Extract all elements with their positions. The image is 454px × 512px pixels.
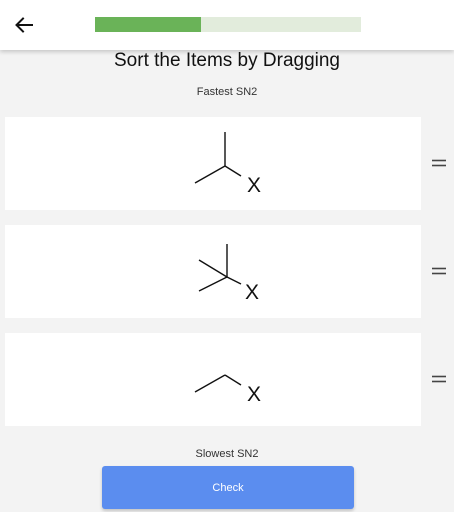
progress-fill <box>95 17 202 32</box>
slowest-label: Slowest SN2 <box>195 448 259 460</box>
substituent-label: X <box>245 281 259 304</box>
isopropyl-x-structure: X <box>194 132 261 197</box>
sortable-item-isopropyl-x[interactable]: X <box>5 117 421 210</box>
page-title: Sort the Items by Dragging <box>114 50 340 71</box>
drag-handle-icon[interactable] <box>431 157 447 169</box>
ethyl-x-structure: X <box>194 374 261 406</box>
sortable-item-tert-butyl-x[interactable]: X <box>5 225 421 318</box>
fastest-label: Fastest SN2 <box>196 86 258 98</box>
progress-bar <box>95 17 361 32</box>
drag-handle-icon[interactable] <box>431 373 447 385</box>
drag-handle-icon[interactable] <box>431 265 447 277</box>
check-button[interactable]: Check <box>102 466 354 509</box>
substituent-label: X <box>247 174 261 197</box>
tert-butyl-x-structure: X <box>198 244 259 304</box>
arrow-left-icon <box>15 17 33 33</box>
top-bar <box>0 0 454 50</box>
substituent-label: X <box>247 383 261 406</box>
sortable-item-ethyl-x[interactable]: X <box>5 333 421 426</box>
back-button[interactable] <box>10 11 38 39</box>
